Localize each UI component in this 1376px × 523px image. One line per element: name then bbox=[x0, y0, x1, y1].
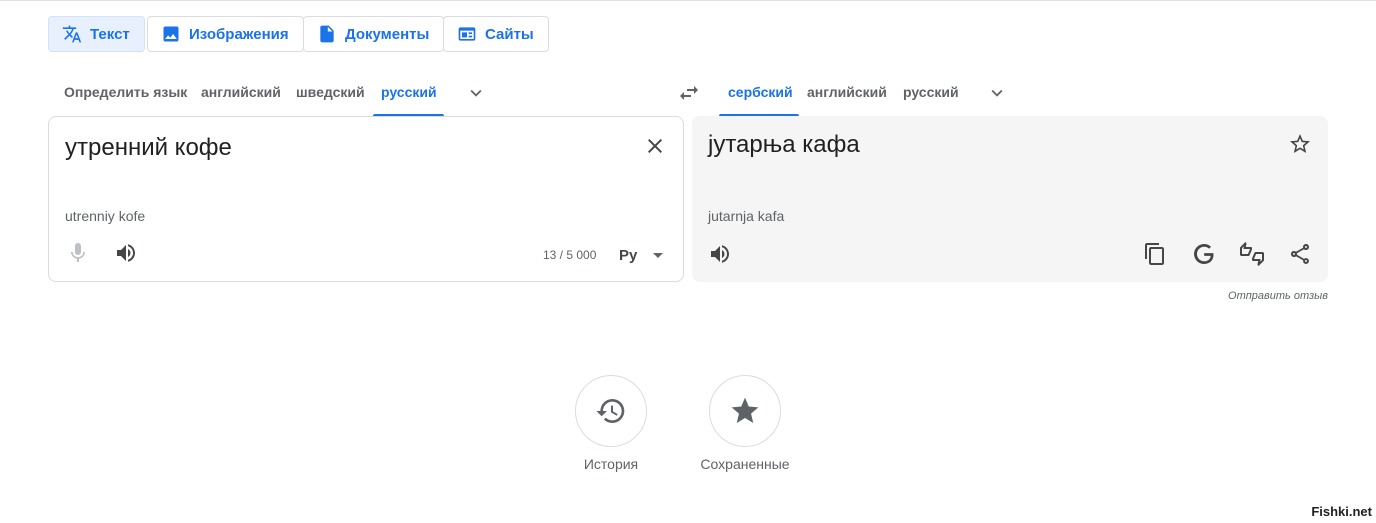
target-listen-button[interactable] bbox=[708, 242, 732, 266]
target-transliteration: jutarnja kafa bbox=[708, 208, 785, 224]
source-lang-english[interactable]: английский bbox=[201, 84, 281, 100]
tab-text[interactable]: Текст bbox=[48, 16, 145, 52]
source-lang-detect[interactable]: Определить язык bbox=[64, 84, 187, 100]
clear-source-button[interactable] bbox=[643, 134, 667, 158]
source-lang-swedish[interactable]: шведский bbox=[296, 84, 365, 100]
image-icon bbox=[163, 26, 179, 42]
history-icon bbox=[596, 399, 625, 423]
source-panel: утренний кофе utrenniy kofe 13 / 5 000 Р… bbox=[48, 116, 684, 282]
tab-images-label: Изображения bbox=[189, 25, 289, 43]
source-listen-button[interactable] bbox=[114, 241, 138, 265]
caret-down-icon bbox=[653, 253, 664, 258]
source-lang-more[interactable] bbox=[465, 82, 487, 104]
google-search-button[interactable] bbox=[1192, 242, 1216, 266]
chevron-down-icon bbox=[991, 89, 1003, 97]
tab-documents[interactable]: Документы bbox=[303, 16, 445, 52]
target-lang-more[interactable] bbox=[986, 82, 1008, 104]
speaker-icon bbox=[711, 245, 729, 263]
google-icon bbox=[1194, 244, 1214, 264]
translate-icon bbox=[62, 25, 82, 43]
tab-websites-label: Сайты bbox=[485, 25, 534, 43]
chevron-down-icon bbox=[470, 89, 482, 97]
target-lang-russian[interactable]: русский bbox=[903, 84, 959, 100]
microphone-icon bbox=[71, 243, 85, 262]
target-lang-serbian[interactable]: сербский bbox=[728, 84, 793, 100]
translation-output: јутарња кафа bbox=[708, 131, 860, 158]
save-translation-button[interactable] bbox=[1288, 132, 1312, 156]
character-counter: 13 / 5 000 bbox=[543, 248, 597, 262]
target-lang-english[interactable]: английский bbox=[807, 84, 887, 100]
speaker-icon bbox=[117, 244, 135, 262]
rate-translation-button[interactable] bbox=[1240, 242, 1264, 266]
tab-images[interactable]: Изображения bbox=[147, 16, 304, 52]
watermark: Fishki.net bbox=[1311, 504, 1372, 519]
target-panel: јутарња кафа jutarnja kafa bbox=[692, 116, 1328, 282]
source-text-input[interactable]: утренний кофе bbox=[65, 134, 232, 162]
tab-websites[interactable]: Сайты bbox=[443, 16, 549, 52]
tab-documents-label: Документы bbox=[345, 25, 430, 43]
website-icon bbox=[458, 27, 476, 41]
history-button[interactable] bbox=[575, 375, 647, 447]
share-translation-button[interactable] bbox=[1288, 242, 1312, 266]
document-icon bbox=[320, 25, 334, 43]
close-icon bbox=[648, 139, 662, 153]
input-tools-button[interactable]: Ру bbox=[619, 247, 664, 264]
source-lang-russian[interactable]: русский bbox=[381, 84, 437, 100]
voice-input-button[interactable] bbox=[66, 241, 90, 265]
history-label: История bbox=[583, 456, 639, 472]
top-divider bbox=[0, 0, 1376, 1]
keyboard-layout-label: Ру bbox=[619, 247, 638, 264]
copy-translation-button[interactable] bbox=[1143, 242, 1167, 266]
source-transliteration: utrenniy kofe bbox=[65, 208, 146, 224]
swap-icon bbox=[680, 86, 698, 100]
saved-label: Сохраненные bbox=[700, 456, 790, 472]
tab-text-label: Текст bbox=[90, 25, 130, 43]
thumbs-up-down-icon bbox=[1240, 242, 1264, 266]
saved-button[interactable] bbox=[709, 375, 781, 447]
share-icon bbox=[1291, 244, 1309, 264]
send-feedback-link[interactable]: Отправить отзыв bbox=[1200, 290, 1328, 302]
copy-icon bbox=[1145, 243, 1164, 265]
star-icon bbox=[731, 397, 759, 423]
star-outline-icon bbox=[1290, 134, 1310, 153]
swap-languages-button[interactable] bbox=[677, 81, 701, 105]
